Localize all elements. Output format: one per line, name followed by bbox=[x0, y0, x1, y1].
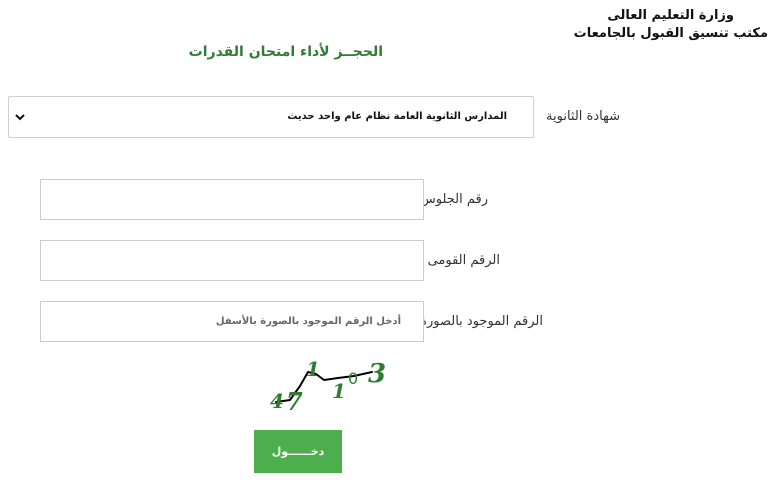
page-title: الحجــز لأداء امتحان القدرات bbox=[188, 44, 383, 60]
captcha-placeholder: أدخل الرقم الموجود بالصورة بالأسفل bbox=[215, 316, 401, 327]
captcha-digit-5: 0 bbox=[348, 369, 358, 388]
ministry-title: وزارة التعليم العالى bbox=[607, 8, 734, 23]
chevron-down-icon bbox=[13, 109, 27, 123]
captcha-input[interactable]: أدخل الرقم الموجود بالصورة بالأسفل bbox=[40, 301, 424, 342]
certificate-select[interactable]: المدارس الثانوية العامة نظام عام واحد حد… bbox=[8, 96, 534, 138]
login-button[interactable]: دخــــــول bbox=[254, 430, 342, 473]
captcha-label: الرقم الموجود بالصورة bbox=[420, 314, 543, 329]
captcha-image: 4 7 1 1 0 3 bbox=[270, 357, 386, 416]
national-id-label: الرقم القومى bbox=[427, 253, 500, 268]
certificate-label: شهادة الثانوية bbox=[546, 109, 620, 124]
office-title: مكتب تنسيق القبول بالجامعات bbox=[573, 26, 768, 41]
seat-number-label: رقم الجلوس bbox=[419, 192, 488, 207]
captcha-digit-1: 4 bbox=[270, 389, 284, 413]
national-id-input[interactable] bbox=[40, 240, 424, 281]
seat-number-input[interactable] bbox=[40, 179, 424, 220]
captcha-digit-4: 1 bbox=[332, 379, 346, 403]
certificate-selected-value: المدارس الثانوية العامة نظام عام واحد حد… bbox=[287, 111, 507, 122]
captcha-digit-6: 3 bbox=[368, 359, 386, 389]
captcha-digit-3: 1 bbox=[306, 357, 320, 381]
captcha-digit-2: 7 bbox=[286, 387, 303, 416]
